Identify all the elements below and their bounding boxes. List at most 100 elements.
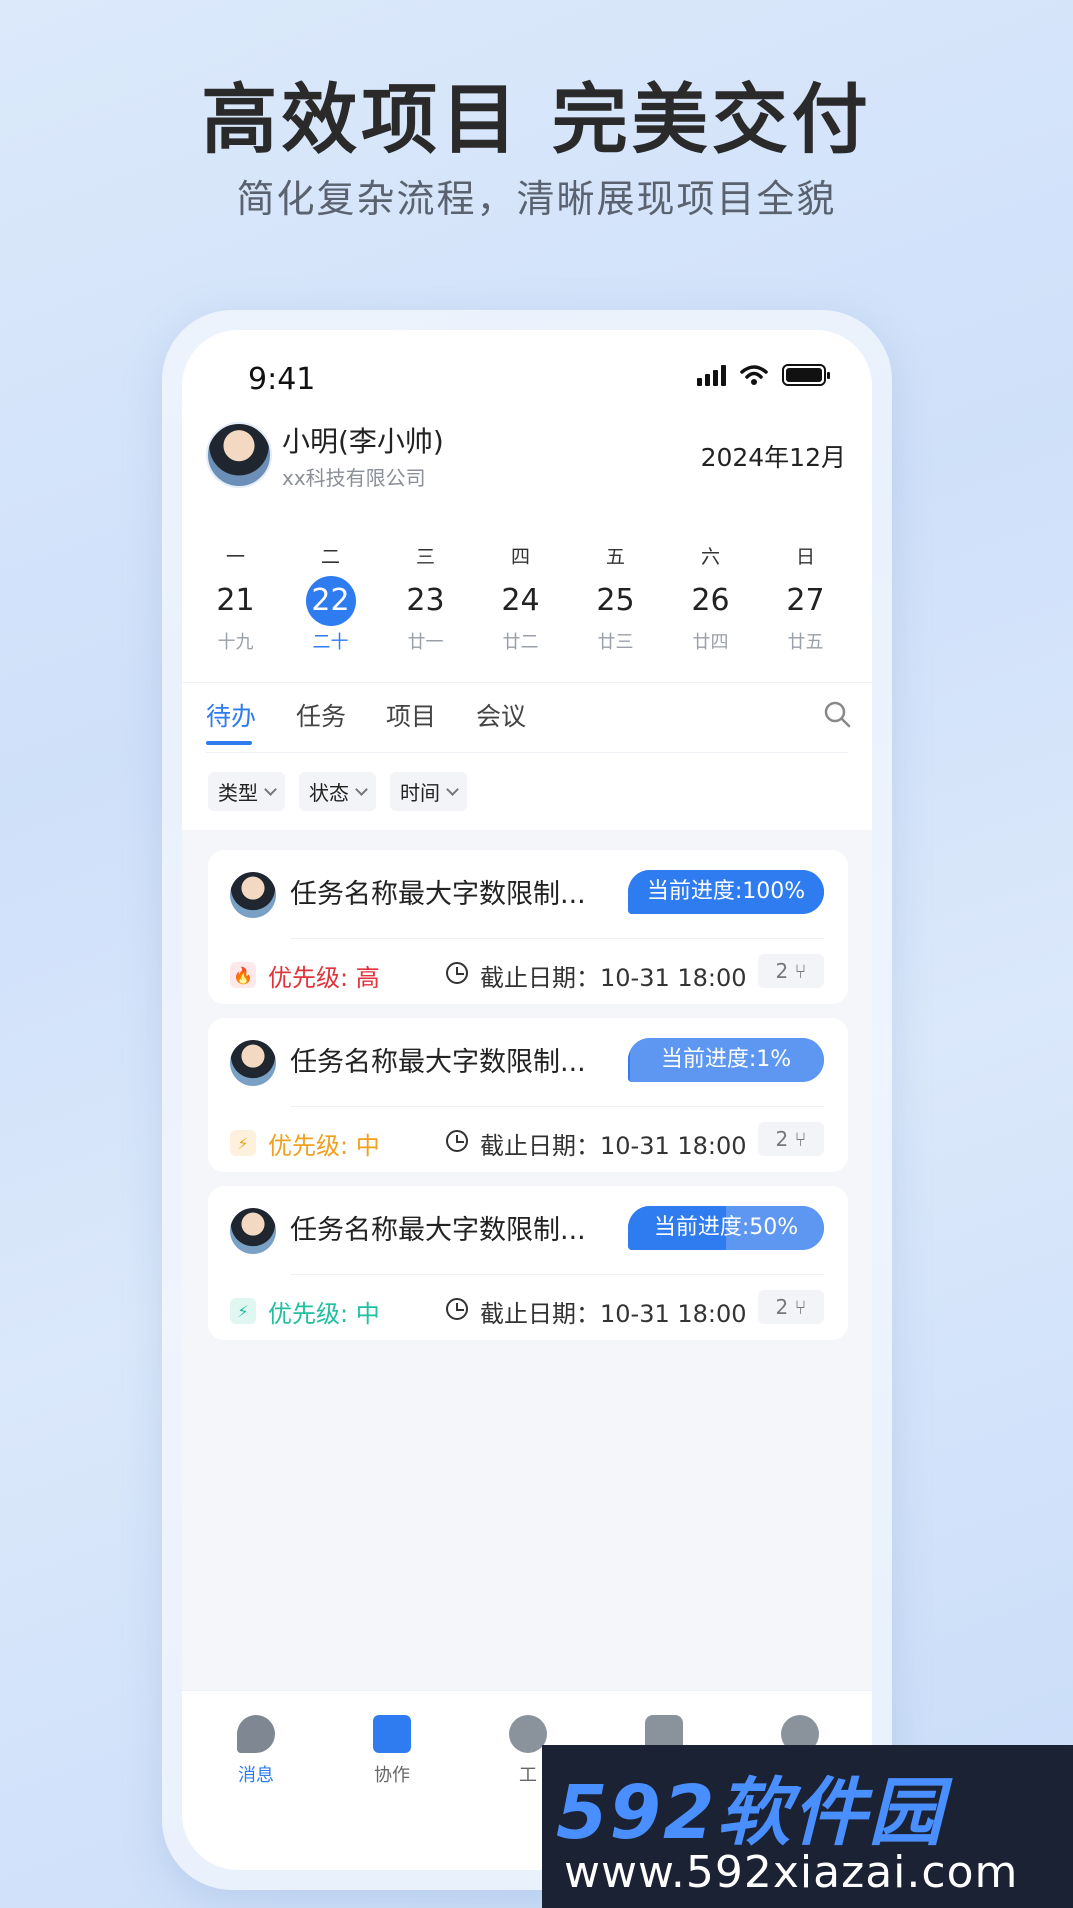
lunar-date: 廿五: [787, 632, 824, 653]
day-number: 21: [216, 583, 255, 618]
subtask-icon: ⑂: [794, 1295, 807, 1319]
divider: [206, 752, 848, 753]
divider: [290, 938, 824, 939]
subtask-number: 2: [775, 959, 789, 983]
week-calendar: 一 21 十九 二 22 二十 三 23 廿一 四 24 廿二 五 25 廿三 …: [182, 542, 872, 654]
task-title: 任务名称最大字数限制...: [290, 1047, 586, 1078]
filter-label: 时间: [400, 781, 440, 805]
message-icon: [237, 1715, 275, 1753]
day-number: 23: [406, 583, 445, 618]
signal-icon: [697, 364, 726, 386]
chevron-down-icon: [355, 782, 368, 796]
lightning-icon: ⚡: [230, 1298, 256, 1324]
watermark-brand: 592软件园: [556, 1770, 945, 1856]
filter-time[interactable]: 时间: [390, 772, 467, 811]
day-number: 25: [596, 583, 635, 618]
clock-icon: [446, 962, 468, 984]
deadline: 截止日期：10-31 18:00: [480, 1300, 747, 1328]
divider: [290, 1274, 824, 1275]
subtask-number: 2: [775, 1295, 789, 1319]
avatar: [230, 1040, 276, 1086]
avatar: [230, 1208, 276, 1254]
tab-active-indicator: [206, 741, 252, 745]
hero-title: 高效项目 完美交付: [201, 75, 872, 164]
subtask-count[interactable]: 2 ⑂: [758, 1290, 824, 1324]
subtask-count[interactable]: 2 ⑂: [758, 1122, 824, 1156]
lunar-date: 廿四: [692, 632, 729, 653]
collaboration-icon: [373, 1715, 411, 1753]
nav-collaboration[interactable]: 协作: [352, 1715, 432, 1787]
calendar-day[interactable]: 三 23 廿一: [378, 542, 473, 654]
calendar-day-selected[interactable]: 二 22 二十: [283, 542, 378, 654]
status-time: 9:41: [248, 362, 316, 397]
tab-tasks[interactable]: 任务: [296, 697, 346, 733]
day-number: 27: [786, 583, 825, 618]
calendar-day[interactable]: 五 25 廿三: [568, 542, 663, 654]
deadline: 截止日期：10-31 18:00: [480, 964, 747, 992]
calendar-day[interactable]: 四 24 廿二: [473, 542, 568, 654]
lunar-date: 廿二: [502, 632, 539, 653]
progress-badge: 当前进度:100%: [628, 870, 824, 914]
task-card[interactable]: 任务名称最大字数限制... 当前进度:100% 🔥 优先级: 高 截止日期：10…: [208, 850, 848, 1004]
watermark: 592软件园 www.592xiazai.com: [542, 1745, 1073, 1908]
filter-label: 类型: [218, 781, 258, 805]
weekday-label: 三: [415, 546, 435, 568]
calendar-day[interactable]: 一 21 十九: [188, 542, 283, 654]
priority-label: 优先级: 中: [268, 1132, 380, 1160]
filter-type[interactable]: 类型: [208, 772, 285, 811]
clock-icon: [446, 1298, 468, 1320]
battery-icon: [782, 364, 830, 386]
tab-label: 待办: [206, 702, 257, 731]
nav-label: 消息: [238, 1765, 274, 1786]
lunar-date: 廿三: [597, 632, 634, 653]
avatar[interactable]: [206, 422, 272, 488]
calendar-day[interactable]: 日 27 廿五: [758, 542, 853, 654]
calendar-day[interactable]: 六 26 廿四: [663, 542, 758, 654]
tab-bar: 待办 任务 项目 会议: [182, 682, 872, 748]
weekday-label: 二: [320, 546, 340, 568]
lunar-date: 廿一: [407, 632, 444, 653]
progress-badge: 当前进度:50%: [628, 1206, 824, 1250]
day-number: 26: [691, 583, 730, 618]
user-name: 小明(李小帅): [282, 425, 444, 458]
weekday-label: 六: [700, 546, 720, 568]
task-card[interactable]: 任务名称最大字数限制... 当前进度:50% ⚡ 优先级: 中 截止日期：10-…: [208, 1186, 848, 1340]
subtask-icon: ⑂: [794, 1127, 807, 1151]
progress-text: 当前进度:1%: [660, 1047, 792, 1072]
phone-screen: 9:41 小明(李小帅) xx科技有限公司 2024年12月 一 21 十九 二: [182, 330, 872, 1870]
chevron-down-icon: [264, 782, 277, 796]
search-icon[interactable]: [822, 699, 852, 729]
subtask-count[interactable]: 2 ⑂: [758, 954, 824, 988]
task-card[interactable]: 任务名称最大字数限制... 当前进度:1% ⚡ 优先级: 中 截止日期：10-3…: [208, 1018, 848, 1172]
tab-meetings[interactable]: 会议: [476, 697, 526, 733]
deadline: 截止日期：10-31 18:00: [480, 1132, 747, 1160]
status-icons: [697, 364, 830, 386]
lunar-date: 二十: [312, 632, 349, 653]
nav-messages[interactable]: 消息: [216, 1715, 296, 1787]
watermark-url: www.592xiazai.com: [564, 1847, 1019, 1898]
chevron-down-icon: [446, 782, 459, 796]
priority-label: 优先级: 中: [268, 1300, 380, 1328]
lightning-icon: ⚡: [230, 1130, 256, 1156]
progress-text: 当前进度:50%: [653, 1215, 799, 1240]
nav-label: 协作: [374, 1765, 410, 1786]
task-title: 任务名称最大字数限制...: [290, 1215, 586, 1246]
filter-status[interactable]: 状态: [299, 772, 376, 811]
filter-label: 状态: [309, 781, 349, 805]
clock-icon: [446, 1130, 468, 1152]
wifi-icon: [740, 365, 768, 385]
subtask-number: 2: [775, 1127, 789, 1151]
filter-bar: 类型 状态 时间: [208, 772, 467, 811]
avatar: [230, 872, 276, 918]
weekday-label: 四: [510, 546, 530, 568]
priority-label: 优先级: 高: [268, 964, 380, 992]
divider: [290, 1106, 824, 1107]
weekday-label: 五: [605, 546, 625, 568]
weekday-label: 一: [225, 546, 245, 568]
tab-todo[interactable]: 待办: [206, 697, 257, 745]
tab-projects[interactable]: 项目: [386, 697, 436, 733]
calendar-month[interactable]: 2024年12月: [701, 438, 846, 474]
progress-text: 当前进度:100%: [646, 879, 806, 904]
hero-subtitle: 简化复杂流程，清晰展现项目全貌: [236, 177, 837, 221]
progress-badge: 当前进度:1%: [628, 1038, 824, 1082]
